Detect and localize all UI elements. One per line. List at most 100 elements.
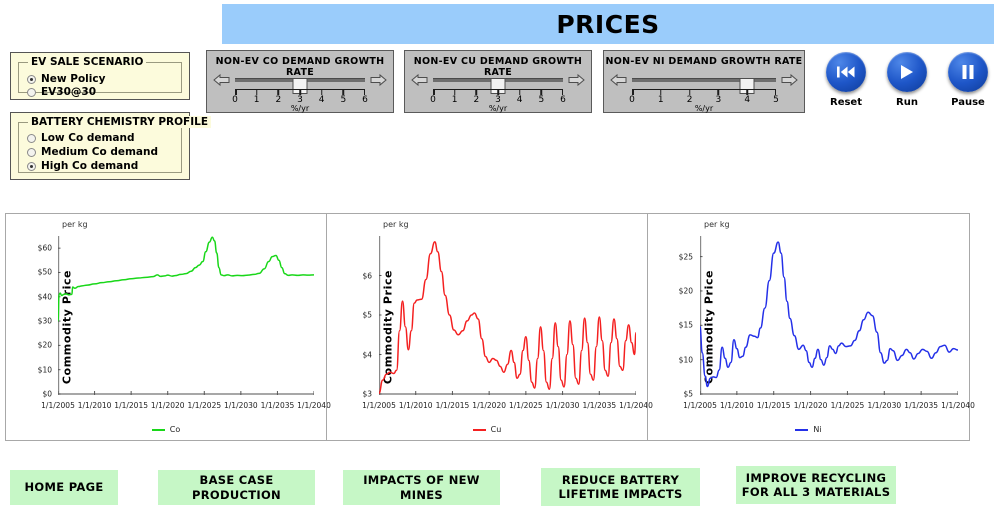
chart-cobalt-price: Commodity Price per kg Co $0 $10 $20 $30 $40… xyxy=(6,214,331,440)
legend-label: Ni xyxy=(813,425,822,434)
chart-y-tick-label: $15 xyxy=(678,320,693,330)
radio-label: High Co demand xyxy=(41,160,139,172)
radio-medium-co-demand[interactable]: Medium Co demand xyxy=(27,146,158,158)
chart-y-tick-label: $4 xyxy=(362,350,372,359)
nav-button-label-line1: IMPROVE RECYCLING xyxy=(745,470,887,485)
chart-plot-area xyxy=(58,236,314,395)
radio-new-policy[interactable]: New Policy xyxy=(27,73,105,85)
nav-button-reduce-battery-lifetime-impacts[interactable]: REDUCE BATTERY LIFETIME IMPACTS xyxy=(541,468,700,506)
chart-x-tick-label: 1/1/2035 xyxy=(260,401,295,410)
chart-x-tick-label: 1/1/2005 xyxy=(41,401,75,410)
chart-y-tick-label: $25 xyxy=(678,252,693,262)
radio-indicator-icon[interactable] xyxy=(27,87,36,97)
radio-ev30at30[interactable]: EV30@30 xyxy=(27,86,96,98)
radio-indicator-icon[interactable] xyxy=(27,133,36,143)
slider-panel-non-ev-ni[interactable]: NON-EV NI DEMAND GROWTH RATE 012345 %/yr xyxy=(603,50,805,113)
reset-button-circle[interactable] xyxy=(826,52,866,92)
chart-y-tick-label: $0 xyxy=(42,389,52,399)
radio-indicator-icon[interactable] xyxy=(27,74,36,84)
chart-x-tick-label: 1/1/2035 xyxy=(904,401,938,410)
run-button-circle[interactable] xyxy=(887,52,927,92)
radio-label: Medium Co demand xyxy=(41,146,158,158)
slider-right-arrow-icon[interactable] xyxy=(781,73,798,87)
radio-high-co-demand[interactable]: High Co demand xyxy=(27,160,138,172)
chart-x-tick-label: 1/1/2025 xyxy=(830,401,865,410)
chart-y-tick-label: $5 xyxy=(683,389,693,399)
slider-track-row[interactable] xyxy=(610,72,798,94)
nav-button-home-page[interactable]: HOME PAGE xyxy=(10,470,118,505)
chart-x-tick-label: 1/1/2040 xyxy=(941,401,975,410)
run-button[interactable]: Run xyxy=(879,52,935,108)
slider-track-row[interactable] xyxy=(213,72,387,94)
chart-x-tick-label: 1/1/2030 xyxy=(224,401,258,410)
chart-y-tick-label: $5 xyxy=(362,310,372,320)
slider-track[interactable] xyxy=(632,78,776,94)
radio-indicator-icon[interactable] xyxy=(27,147,36,157)
reset-button-label: Reset xyxy=(830,97,862,108)
chart-x-tick-label: 1/1/2010 xyxy=(720,401,754,410)
pause-icon xyxy=(962,65,974,79)
chart-x-tick-label: 1/1/2015 xyxy=(435,401,470,410)
nav-button-label: IMPACTS OF NEW MINES xyxy=(363,473,480,502)
chart-unit-note: per kg xyxy=(704,220,730,229)
chart-y-tick-label: $40 xyxy=(37,292,52,302)
play-icon xyxy=(901,65,913,79)
chart-legend: Co xyxy=(6,425,326,434)
radio-indicator-icon[interactable] xyxy=(27,161,36,171)
chart-x-tick-label: 1/1/2020 xyxy=(150,401,185,410)
nav-button-label-line2: FOR ALL 3 MATERIALS xyxy=(741,485,891,499)
reset-button[interactable]: Reset xyxy=(818,52,874,108)
chart-y-tick-label: $6 xyxy=(362,271,372,280)
slider-track-row[interactable] xyxy=(411,72,585,94)
slider-panel-non-ev-cu[interactable]: NON-EV CU DEMAND GROWTH RATE 0123456 %/y… xyxy=(404,50,592,113)
chart-y-tick-label: $50 xyxy=(37,267,52,277)
chart-x-tick-label: 1/1/2020 xyxy=(472,401,506,410)
page-title: PRICES xyxy=(556,9,660,39)
radio-low-co-demand[interactable]: Low Co demand xyxy=(27,132,135,144)
chart-x-tick-label: 1/1/2005 xyxy=(683,401,717,410)
chart-x-tick-label: 1/1/2005 xyxy=(362,401,396,410)
pause-button-circle[interactable] xyxy=(948,52,988,92)
chart-plot-area xyxy=(379,236,636,395)
slider-left-arrow-icon[interactable] xyxy=(610,73,627,87)
slider-track[interactable] xyxy=(433,78,563,94)
chart-x-tick-label: 1/1/2035 xyxy=(582,401,617,410)
slider-unit: %/yr xyxy=(488,104,508,113)
slider-left-arrow-icon[interactable] xyxy=(213,73,230,87)
chart-copper-price: Commodity Price per kg Cu $3 $4 $5 $6 1/1/20… xyxy=(326,214,653,440)
slider-right-arrow-icon[interactable] xyxy=(568,73,585,87)
battery-chemistry-profile-group: BATTERY CHEMISTRY PROFILE Low Co demand … xyxy=(10,112,211,180)
chart-y-tick-label: $30 xyxy=(37,316,52,326)
chart-x-tick-label: 1/1/2010 xyxy=(398,401,433,410)
chart-legend: Ni xyxy=(648,425,969,434)
slider-panel-non-ev-co[interactable]: NON-EV CO DEMAND GROWTH RATE 0123456 %/y… xyxy=(206,50,394,113)
battery-chemistry-profile-frame: BATTERY CHEMISTRY PROFILE Low Co demand … xyxy=(18,116,211,173)
legend-label: Cu xyxy=(490,425,502,434)
chart-x-tick-label: 1/1/2015 xyxy=(114,401,148,410)
pause-button[interactable]: Pause xyxy=(940,52,996,108)
chart-x-tick-label: 1/1/2020 xyxy=(793,401,828,410)
slider-right-arrow-icon[interactable] xyxy=(370,73,387,87)
legend-swatch xyxy=(472,428,486,431)
chart-series-line xyxy=(700,241,958,388)
chart-y-tick-label: $10 xyxy=(37,365,52,375)
radio-label: EV30@30 xyxy=(41,86,97,98)
ev-sale-scenario-legend: EV SALE SCENARIO xyxy=(28,56,147,68)
nav-button-label: BASE CASE PRODUCTION xyxy=(192,473,281,502)
ev-sale-scenario-group: EV SALE SCENARIO New Policy EV30@30 xyxy=(10,52,190,100)
chart-unit-note: per kg xyxy=(383,220,409,229)
app-root: PRICES EV SALE SCENARIO New Policy EV30@… xyxy=(0,0,999,512)
slider-track[interactable] xyxy=(235,78,365,94)
legend-swatch xyxy=(795,428,809,431)
chart-x-tick-label: 1/1/2010 xyxy=(77,401,112,410)
chart-svg xyxy=(700,236,958,395)
slider-left-arrow-icon[interactable] xyxy=(411,73,428,87)
slider-unit: %/yr xyxy=(290,104,310,113)
ev-sale-scenario-frame: EV SALE SCENARIO New Policy EV30@30 xyxy=(18,56,182,98)
nav-button-improve-recycling-all-3-materials[interactable]: IMPROVE RECYCLING FOR ALL 3 MATERIALS xyxy=(736,466,896,504)
run-button-label: Run xyxy=(896,97,918,108)
nav-button-impacts-of-new-mines[interactable]: IMPACTS OF NEW MINES xyxy=(343,470,500,505)
chart-x-tick-label: 1/1/2025 xyxy=(187,401,222,410)
chart-series-line xyxy=(58,236,314,322)
nav-button-base-case-production[interactable]: BASE CASE PRODUCTION xyxy=(158,470,315,505)
